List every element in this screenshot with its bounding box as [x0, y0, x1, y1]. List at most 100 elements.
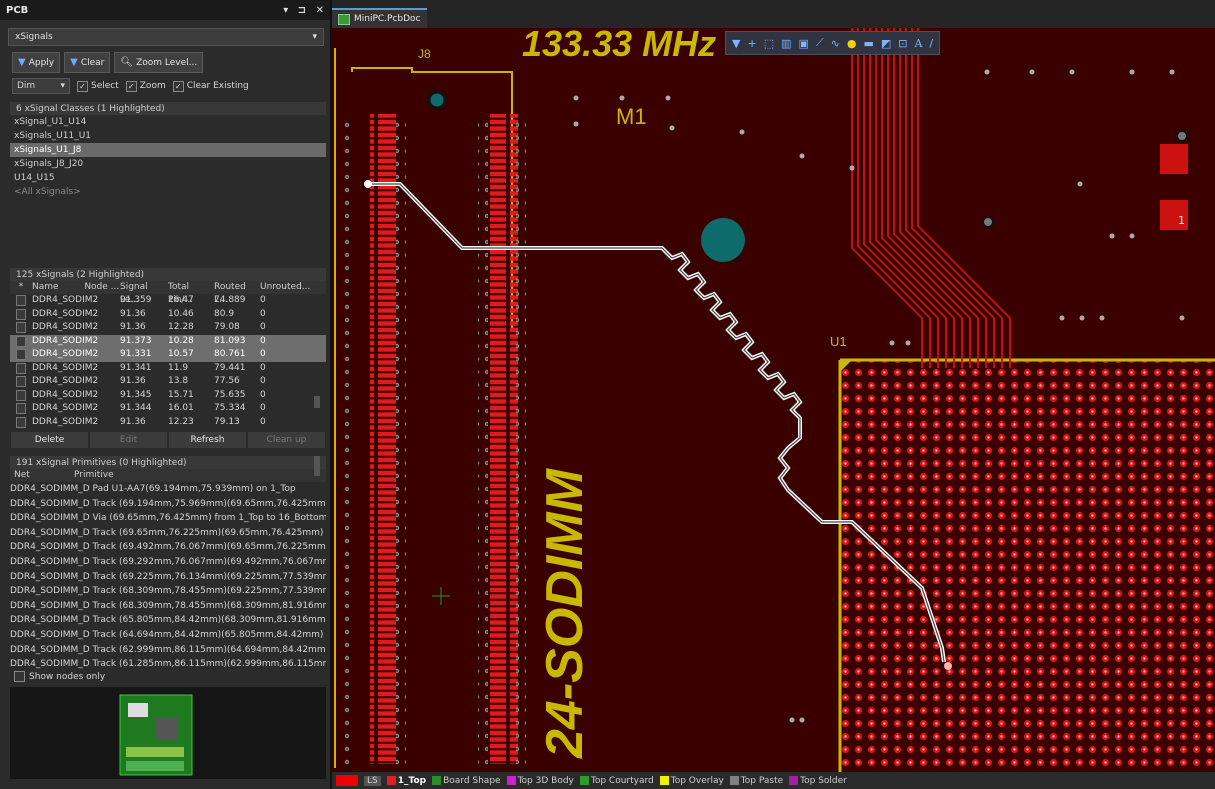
board-preview[interactable]	[10, 687, 326, 779]
route-icon[interactable]: ⟋	[816, 36, 824, 50]
edit-button[interactable]: Edit	[89, 431, 168, 449]
pin-drop-icon[interactable]: ●	[847, 37, 857, 50]
layer-set-button[interactable]: LS	[364, 775, 381, 786]
filter-icon[interactable]: ▼	[732, 37, 740, 50]
primitive-row[interactable]: DDR4_SODIMM_D Track (69.65mm,76.225mm)(6…	[10, 526, 326, 541]
primitive-row[interactable]: DDR4_SODIMM_D Track (65.805mm,84.42mm)(6…	[10, 613, 326, 628]
color-swatch[interactable]	[10, 308, 32, 322]
color-swatch[interactable]	[10, 335, 32, 349]
cleanup-button[interactable]: Clean up	[247, 431, 326, 449]
xsignal-class-item[interactable]: xSignals_U1_J8	[10, 143, 326, 157]
column-header[interactable]: Total Pin/...	[168, 281, 214, 305]
column-header[interactable]: Signal Le...	[120, 281, 168, 305]
primitive-row[interactable]: DDR4_SODIMM_D Track (61.285mm,86.115mm)(…	[10, 657, 326, 670]
table-cell: 12.23	[168, 416, 194, 427]
column-header[interactable]: Primitive	[74, 469, 114, 482]
color-swatch[interactable]	[10, 348, 32, 362]
primitive-row[interactable]: DDR4_SODIMM_D Via (69.65mm,76.425mm) fro…	[10, 511, 326, 526]
xsignal-class-item[interactable]: U14_U15	[10, 171, 326, 185]
xsignal-class-item[interactable]: <All xSignals>	[10, 185, 326, 199]
region-icon[interactable]: ◩	[881, 37, 891, 50]
scrollbar[interactable]	[314, 456, 320, 476]
xsignal-row[interactable]: DDR4_SODIM2 91.36 13.8 77.56 0	[10, 375, 326, 389]
layer-tab[interactable]: Top Overlay	[659, 776, 724, 786]
table-cell: 79.08	[214, 322, 240, 332]
xsignal-row[interactable]: DDR4_SODIM2 91.373 10.28 81.093 0	[10, 334, 326, 349]
primitive-row[interactable]: DDR4_SODIMM_D Track (64.694mm,84.42mm)(6…	[10, 628, 326, 643]
column-header[interactable]: Name Node ...	[32, 281, 120, 294]
current-layer-swatch[interactable]	[336, 775, 358, 786]
select-checkbox[interactable]: ✓ Select	[77, 80, 119, 92]
close-icon[interactable]: ✕	[316, 5, 324, 16]
layer-tab[interactable]: Top Courtyard	[579, 776, 654, 786]
xsignal-row[interactable]: DDR4_SODIM2 91.331 10.57 80.761 0	[10, 348, 326, 362]
pin-icon[interactable]: ⊐	[298, 5, 306, 16]
column-header[interactable]: Net	[10, 469, 74, 482]
pcb-canvas[interactable]: 1 133.33 MHz J8 M1 U1 24-SODIMM	[332, 28, 1215, 772]
xsignal-row[interactable]: DDR4_SODIM2 91.359 16.47 74.889 0	[10, 294, 326, 308]
primitive-row[interactable]: DDR4_SODIMM_D Track (69.292mm,76.067mm)(…	[10, 555, 326, 570]
mode-dropdown[interactable]: xSignals ▾	[8, 28, 324, 46]
layer-tab[interactable]: Top 3D Body	[506, 776, 574, 786]
swatch-box	[16, 376, 26, 388]
text-icon[interactable]: A	[914, 37, 922, 50]
chart-icon[interactable]: ▥	[781, 37, 791, 50]
magnifier-icon: 🔍︎	[120, 57, 134, 68]
designator-text: 1	[1178, 214, 1185, 227]
delete-button[interactable]: Delete	[10, 431, 89, 449]
layer-tab[interactable]: Board Shape	[432, 776, 501, 786]
table-cell: DDR4_SODIM2	[32, 416, 99, 427]
line-icon[interactable]: /	[929, 37, 933, 50]
xsignal-row[interactable]: DDR4_SODIM2 91.36 10.46 80.9 0	[10, 308, 326, 322]
color-swatch[interactable]	[10, 321, 32, 335]
xsignal-row[interactable]: DDR4_SODIM2 91.341 11.9 79.441 0	[10, 362, 326, 376]
select-rect-icon[interactable]: ⬚	[764, 37, 774, 50]
xsignal-class-item[interactable]: xSignals_J8_J20	[10, 157, 326, 171]
xsignal-row[interactable]: DDR4_SODIM2 91.345 15.71 75.635 0	[10, 389, 326, 403]
column-header[interactable]: Unrouted...	[260, 281, 310, 294]
xsignal-class-item[interactable]: xSignals_U11_U1	[10, 129, 326, 143]
xsignal-row[interactable]: DDR4_SODIM2 91.344 16.01 75.334 0	[10, 402, 326, 416]
diffpair-icon[interactable]: ∿	[831, 37, 840, 50]
color-swatch[interactable]	[10, 389, 32, 403]
xsignal-row[interactable]: DDR4_SODIM2 91.36 12.28 79.08 0	[10, 321, 326, 335]
cross-icon[interactable]: +	[747, 37, 756, 50]
primitive-row[interactable]: DDR4_SODIMM_D Track (69.194mm,75.969mm)(…	[10, 497, 326, 512]
layer-tab[interactable]: Top Paste	[729, 776, 783, 786]
table-cell: 91.36	[120, 376, 146, 386]
column-header[interactable]: Routed L...	[214, 281, 260, 305]
primitive-row[interactable]: DDR4_SODIMM_D Track (69.492mm,76.067mm)(…	[10, 540, 326, 555]
primitive-row[interactable]: DDR4_SODIMM_D Track (62.999mm,86.115mm)(…	[10, 643, 326, 658]
pcb-file-icon	[338, 13, 350, 25]
xsignal-row[interactable]: DDR4_SODIM2 91.36 12.23 79.13 0	[10, 416, 326, 430]
zoom-level-button[interactable]: 🔍︎ Zoom Level...	[114, 52, 204, 73]
primitive-row[interactable]: DDR4_SODIMM_D Track (69.225mm,76.134mm)(…	[10, 570, 326, 585]
layer-tab[interactable]: Top Solder	[789, 776, 847, 786]
document-tab[interactable]: MiniPC.PcbDoc	[332, 8, 427, 28]
layer-tab[interactable]: 1_Top	[386, 776, 426, 786]
color-swatch[interactable]	[10, 294, 32, 308]
primitive-row[interactable]: DDR4_SODIMM_D Pad U1-AA7(69.194mm,75.939…	[10, 482, 326, 497]
refresh-button[interactable]: Refresh	[168, 431, 247, 449]
zoom-checkbox[interactable]: ✓ Zoom	[125, 80, 166, 92]
dimension-icon[interactable]: ⊡	[898, 37, 907, 50]
xsignal-class-item[interactable]: xSignal_U1_U14	[10, 115, 326, 129]
clear-button[interactable]: ▼ Clear	[64, 52, 111, 73]
table-cell: 91.345	[120, 389, 152, 400]
component-icon[interactable]: ▣	[799, 37, 809, 50]
column-header[interactable]: *	[10, 281, 32, 294]
primitive-row[interactable]: DDR4_SODIMM_D Track (68.309mm,78.455mm)(…	[10, 584, 326, 599]
scrollbar[interactable]	[314, 396, 320, 408]
clear-existing-checkbox[interactable]: ✓ Clear Existing	[172, 80, 249, 92]
fill-icon[interactable]: ▬	[863, 37, 873, 50]
apply-button[interactable]: ▼ Apply	[12, 52, 61, 73]
color-swatch[interactable]	[10, 402, 32, 416]
color-swatch[interactable]	[10, 416, 32, 430]
primitive-row[interactable]: DDR4_SODIMM_D Track (68.309mm,78.455mm)(…	[10, 599, 326, 614]
show-nodes-checkbox[interactable]: Show nodes only	[14, 671, 105, 682]
dim-dropdown[interactable]: Dim ▾	[12, 78, 70, 94]
color-swatch[interactable]	[10, 375, 32, 389]
panel-menu-icon[interactable]: ▾	[283, 5, 288, 16]
color-swatch[interactable]	[10, 362, 32, 376]
table-cell: 13.8	[168, 376, 189, 386]
